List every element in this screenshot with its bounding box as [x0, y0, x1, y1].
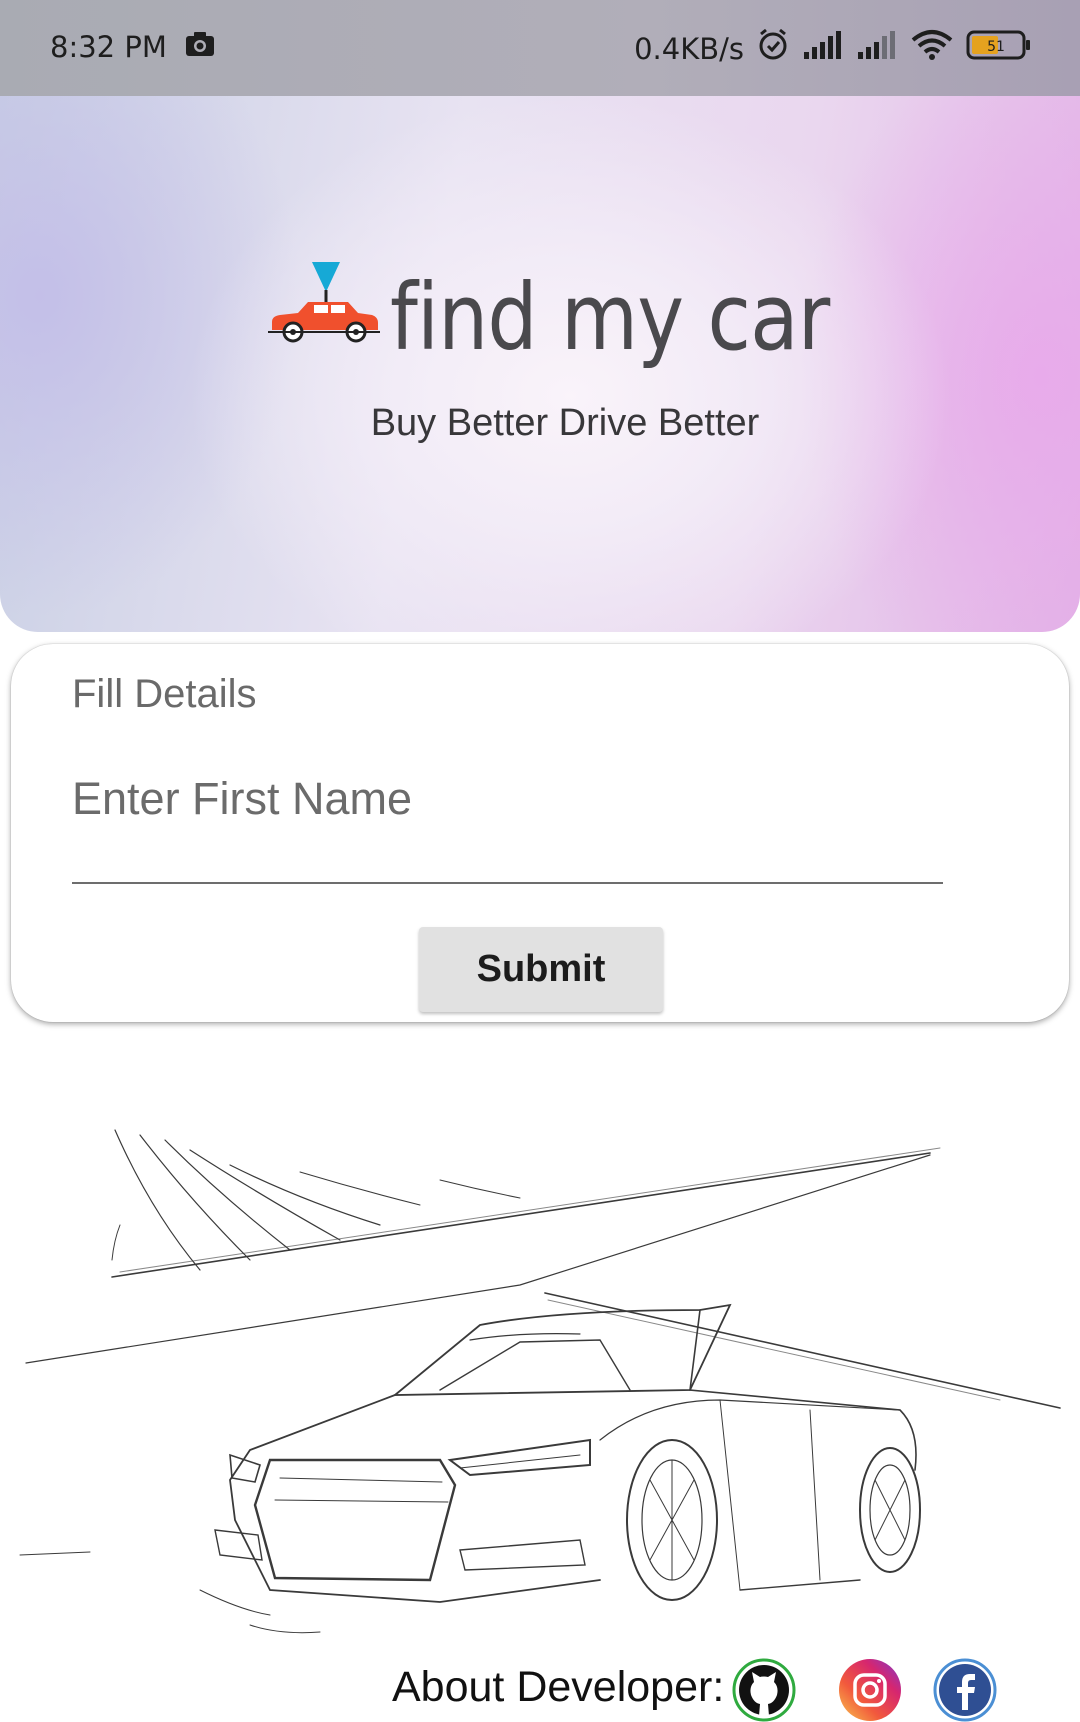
- signal-icon: [856, 30, 898, 67]
- footer: About Developer:: [0, 1655, 1080, 1722]
- status-bar: 8:32 PM 0.4KB/s 51: [0, 0, 1080, 96]
- car-sketch-illustration: [19, 1129, 1061, 1634]
- signal-icon: [802, 30, 844, 67]
- first-name-input[interactable]: [72, 764, 930, 834]
- status-time: 8:32 PM: [50, 30, 167, 64]
- github-icon[interactable]: [732, 1658, 796, 1722]
- status-right: 0.4KB/s 51: [634, 28, 1032, 69]
- details-form-card: Fill Details Submit: [11, 644, 1069, 1022]
- about-developer-label: About Developer:: [392, 1663, 725, 1711]
- instagram-icon[interactable]: [838, 1658, 902, 1722]
- network-speed: 0.4KB/s: [634, 31, 744, 66]
- app-name: find my car: [390, 264, 830, 371]
- status-left: 8:32 PM: [50, 30, 215, 64]
- car-pin-icon: [268, 262, 380, 343]
- battery-level: 51: [987, 39, 1005, 55]
- facebook-icon[interactable]: [933, 1658, 997, 1722]
- camera-icon: [185, 30, 215, 64]
- battery-icon: 51: [966, 30, 1032, 67]
- wifi-icon: [910, 29, 954, 68]
- alarm-icon: [756, 28, 790, 69]
- tagline: Buy Better Drive Better: [370, 402, 760, 444]
- form-title: Fill Details: [72, 672, 257, 716]
- hero-banner: find my car Buy Better Drive Better: [0, 96, 1080, 632]
- input-underline: [72, 882, 943, 884]
- app-logo: find my car: [268, 244, 901, 364]
- submit-button[interactable]: Submit: [419, 927, 663, 1012]
